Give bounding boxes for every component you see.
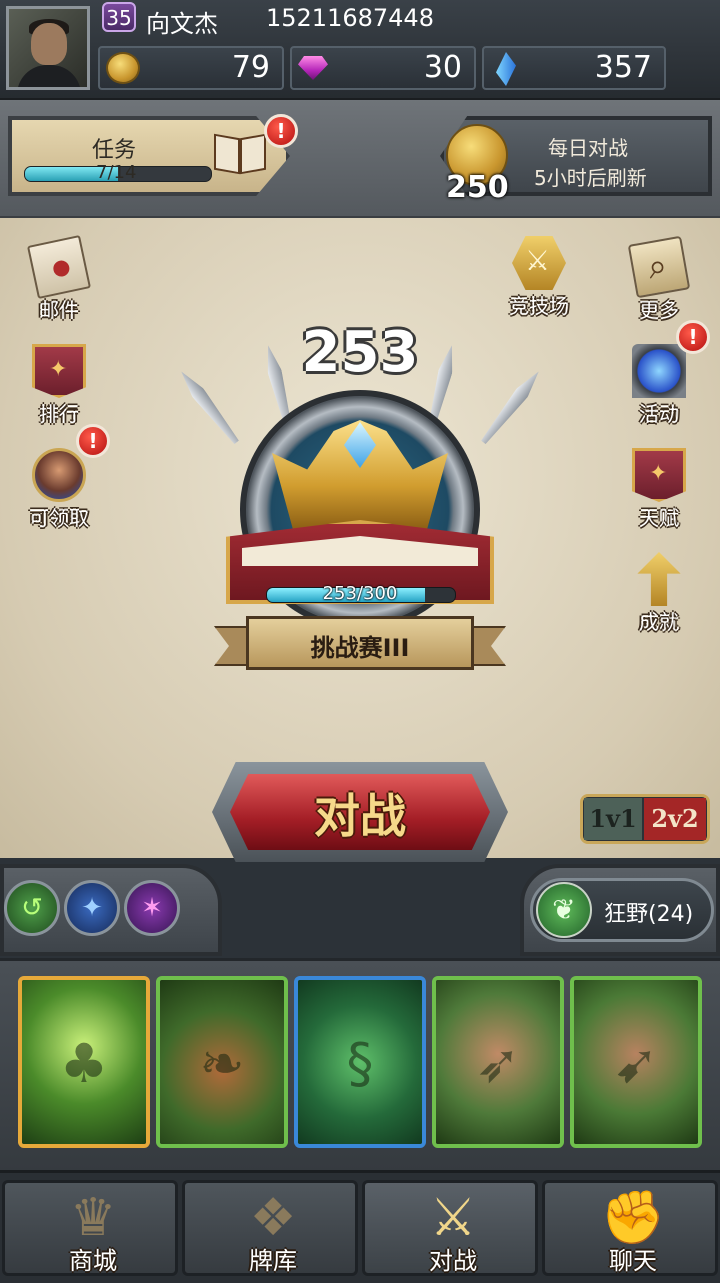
rank-progress-text: 253/300 [322,583,398,604]
events-label: 活动 [639,402,679,426]
more-button[interactable]: 更多 [614,235,704,323]
talent-button[interactable]: 天赋 [614,448,704,531]
purple-gem-icon [298,56,328,80]
daily-battle-title: 每日对战 [548,136,628,160]
achievements-label: 成就 [639,610,679,634]
player-id: 15211687448 [266,4,434,32]
mode-1v1-toggle[interactable]: 1v1 [584,798,642,840]
rank-points: 253 [301,320,419,385]
blue-faction-icon[interactable]: ✦ [64,880,120,936]
gem-counter[interactable]: 30 [290,46,476,90]
crystal-amount: 357 [594,50,652,85]
fist-icon: ✊ [600,1188,666,1248]
nav-tab-deck[interactable]: ❖ 牌库 [182,1180,358,1276]
daily-coin-count: 250 [446,170,509,205]
claimable-label: 可领取 [29,506,89,530]
quest-title: 任务 [92,138,137,163]
claimable-button[interactable]: 可领取 [14,448,104,531]
events-button[interactable]: 活动 [614,344,704,427]
mail-label: 邮件 [39,298,79,322]
quest-alert-icon: ! [264,114,298,148]
talent-banner-icon [632,448,686,502]
laurel-arrow-icon [637,552,681,606]
card-squirrel[interactable]: ❧ [156,976,288,1148]
crossed-swords-nav-icon: ⚔ [429,1188,477,1248]
portal-icon [632,344,686,398]
blue-crystal-icon [496,52,516,86]
daily-refresh-text: 5小时后刷新 [534,166,647,190]
quest-progress-text: 7/14 [96,162,137,183]
player-level-badge: 35 [102,2,136,32]
mail-envelope-icon [26,234,92,300]
deck-name: 狂野(24) [604,902,694,927]
claimable-alert-icon: ! [76,424,110,458]
gem-amount: 30 [423,50,462,85]
gold-coin-icon [106,52,140,84]
nav-deck-label: 牌库 [249,1247,297,1275]
gold-amount: 79 [231,50,270,85]
rank-name: 挑战赛III [310,634,410,662]
card-stack-icon: ❖ [249,1188,297,1248]
nav-chat-label: 聊天 [609,1247,657,1275]
nav-shop-label: 商城 [69,1247,117,1275]
green-faction-icon[interactable]: ↺ [4,880,60,936]
mode-2v2-toggle[interactable]: 2v2 [644,798,706,840]
ranking-button[interactable]: 排行 [14,344,104,427]
nav-battle-label: 对战 [429,1247,477,1275]
nav-tab-shop[interactable]: ♛ 商城 [2,1180,178,1276]
card-dryad[interactable]: ♣ [18,976,150,1148]
shop-chest-icon: ♛ [69,1188,117,1248]
leaf-icon: ❦ [536,882,592,938]
crystal-counter[interactable]: 357 [482,46,666,90]
quest-book-icon [212,130,268,176]
player-name: 向文杰 [146,10,218,38]
nav-tab-chat[interactable]: ✊ 聊天 [542,1180,718,1276]
events-alert-icon: ! [676,320,710,354]
ranking-banner-icon [32,344,86,398]
nav-tab-battle[interactable]: ⚔ 对战 [362,1180,538,1276]
battle-button[interactable] [230,774,490,850]
card-hydra[interactable]: § [294,976,426,1148]
arena-label: 竞技场 [509,294,569,318]
hero-portrait-icon [32,448,86,502]
card-elf-archer[interactable]: ➹ [570,976,702,1148]
achievements-button[interactable]: 成就 [614,552,704,635]
player-avatar[interactable] [6,6,90,90]
magnifier-scroll-icon [627,235,691,299]
talent-label: 天赋 [639,506,679,530]
ranking-label: 排行 [39,402,79,426]
more-label: 更多 [639,298,679,322]
arena-button[interactable]: 竞技场 [494,236,584,319]
gold-counter[interactable]: 79 [98,46,284,90]
crossed-swords-icon [512,236,566,290]
card-centaur-archer[interactable]: ➶ [432,976,564,1148]
purple-faction-icon[interactable]: ✶ [124,880,180,936]
mail-button[interactable]: 邮件 [14,234,104,323]
